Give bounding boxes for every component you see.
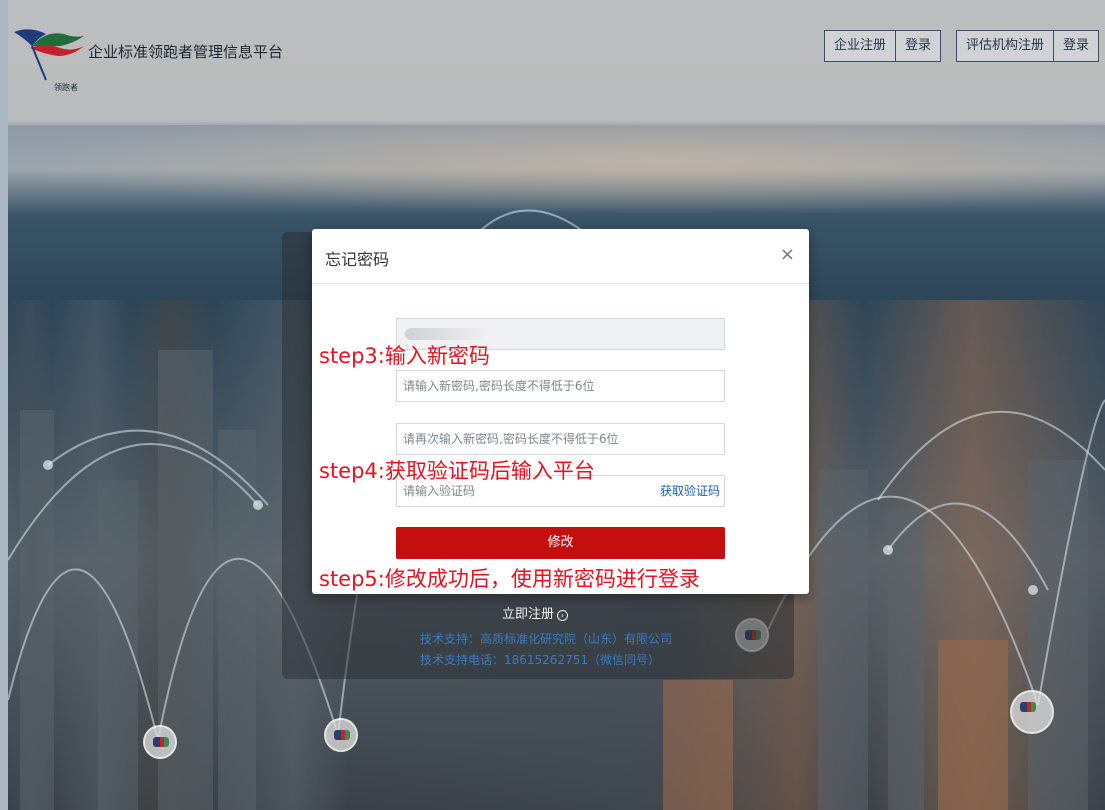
modify-button[interactable]: 修改 [396, 527, 725, 559]
get-code-button[interactable]: 获取验证码 [660, 476, 720, 506]
close-icon[interactable]: × [780, 244, 795, 265]
step3-annotation: step3:输入新密码 [319, 344, 490, 368]
header-bar [8, 0, 1105, 125]
modal-header: 忘记密码 × [312, 229, 809, 284]
confirm-password-field[interactable]: 请再次输入新密码,密码长度不得低于6位 [396, 423, 725, 455]
circle-arrow-right-icon: › [557, 610, 569, 621]
flag-logo-icon[interactable] [12, 24, 86, 86]
verification-code-placeholder: 请输入验证码 [403, 484, 476, 498]
new-password-field[interactable]: 请输入新密码,密码长度不得低于6位 [396, 370, 725, 402]
logo-caption: 领跑者 [54, 83, 78, 92]
window-edge [0, 0, 8, 810]
map-marker-badge-icon [324, 718, 358, 752]
agency-register-link[interactable]: 评估机构注册 [957, 31, 1053, 61]
step4-annotation: step4:获取验证码后输入平台 [319, 459, 595, 483]
masked-account-value [405, 328, 490, 340]
enterprise-login-link[interactable]: 登录 [895, 31, 940, 61]
step5-annotation: step5:修改成功后，使用新密码进行登录 [319, 567, 700, 591]
map-marker-badge-icon [1010, 690, 1054, 734]
register-now-link[interactable]: 立即注册 › [502, 603, 569, 622]
modal-title: 忘记密码 [325, 250, 390, 269]
agency-login-link[interactable]: 登录 [1053, 31, 1098, 61]
enterprise-nav: 企业注册 登录 [824, 30, 942, 62]
enterprise-register-link[interactable]: 企业注册 [825, 31, 895, 61]
register-link-label: 立即注册 [502, 607, 555, 622]
map-marker-badge-icon [143, 725, 177, 759]
support-phone: 技术支持电话：18615262751（微信同号） [420, 653, 660, 667]
support-company: 技术支持：高质标准化研究院（山东）有限公司 [420, 632, 673, 646]
forgot-password-modal: 忘记密码 × 请输入新密码,密码长度不得低于6位 请再次输入新密码,密码长度不得… [312, 229, 809, 594]
site-title: 企业标准领跑者管理信息平台 [88, 43, 284, 61]
agency-nav: 评估机构注册 登录 [956, 30, 1100, 62]
